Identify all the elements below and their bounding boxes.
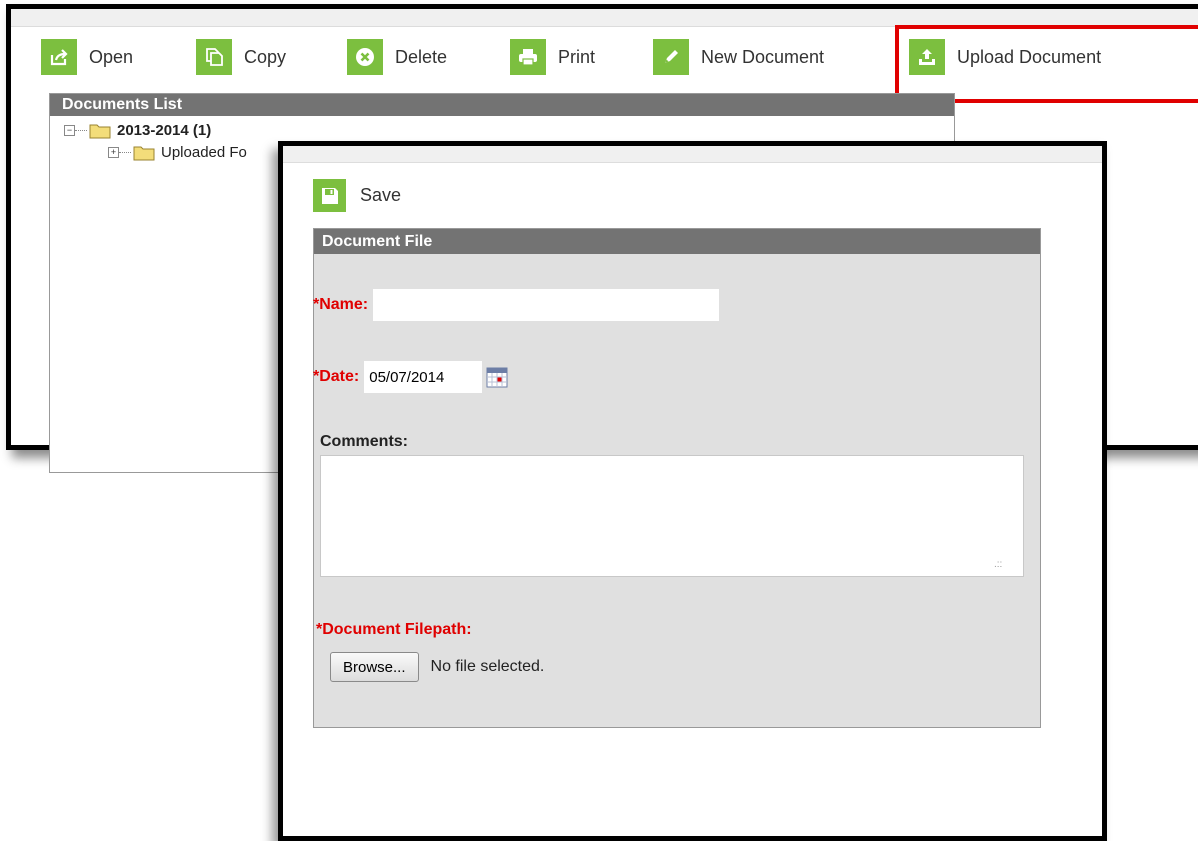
tree-item-2013-2014[interactable]: − 2013-2014 (1)	[64, 122, 211, 139]
new-document-icon	[653, 39, 689, 75]
save-label: Save	[360, 185, 402, 205]
comments-label: Comments:	[320, 433, 409, 450]
print-button[interactable]: Print	[510, 39, 595, 75]
name-input[interactable]	[373, 289, 720, 321]
open-label: Open	[89, 46, 134, 67]
folder-icon	[89, 122, 111, 139]
print-icon	[510, 39, 546, 75]
delete-button[interactable]: Delete	[347, 39, 447, 75]
browse-button[interactable]: Browse...	[330, 652, 419, 682]
date-label: *Date:	[313, 368, 360, 385]
new-document-label: New Document	[701, 46, 825, 67]
tree-item-label: 2013-2014 (1)	[117, 122, 212, 139]
upload-highlight-box	[895, 25, 1198, 103]
copy-button[interactable]: Copy	[196, 39, 286, 75]
file-status: No file selected.	[430, 658, 545, 675]
expand-icon[interactable]: +	[108, 147, 119, 158]
upload-document-dialog: Save Document File *Name: *Date: Comment…	[278, 141, 1107, 841]
folder-icon	[133, 144, 155, 161]
tree-item-uploaded[interactable]: + Uploaded Fo	[108, 144, 247, 161]
document-file-panel: Document File *Name: *Date: Comments: .:…	[313, 228, 1041, 728]
print-label: Print	[558, 46, 596, 67]
open-icon	[41, 39, 77, 75]
name-label: *Name:	[313, 296, 369, 313]
save-button[interactable]: Save	[313, 179, 401, 212]
dialog-title-strip	[283, 146, 1102, 163]
date-row: *Date:	[313, 361, 508, 393]
copy-label: Copy	[244, 46, 287, 67]
resize-grip-icon[interactable]: .::	[994, 559, 1002, 570]
panel-title: Document File	[314, 229, 1040, 254]
new-document-button[interactable]: New Document	[653, 39, 824, 75]
collapse-icon[interactable]: −	[64, 125, 75, 136]
filepath-row: Browse... No file selected.	[330, 652, 544, 682]
date-input[interactable]	[364, 361, 483, 393]
open-button[interactable]: Open	[41, 39, 133, 75]
delete-label: Delete	[395, 46, 448, 67]
name-row: *Name:	[313, 289, 720, 321]
calendar-icon[interactable]	[486, 366, 508, 388]
copy-icon	[196, 39, 232, 75]
comments-textarea[interactable]	[320, 455, 1024, 577]
filepath-label: *Document Filepath:	[316, 621, 472, 638]
delete-icon	[347, 39, 383, 75]
tree-item-label: Uploaded Fo	[161, 144, 247, 161]
save-icon	[313, 179, 346, 212]
documents-list-title: Documents List	[50, 94, 954, 116]
